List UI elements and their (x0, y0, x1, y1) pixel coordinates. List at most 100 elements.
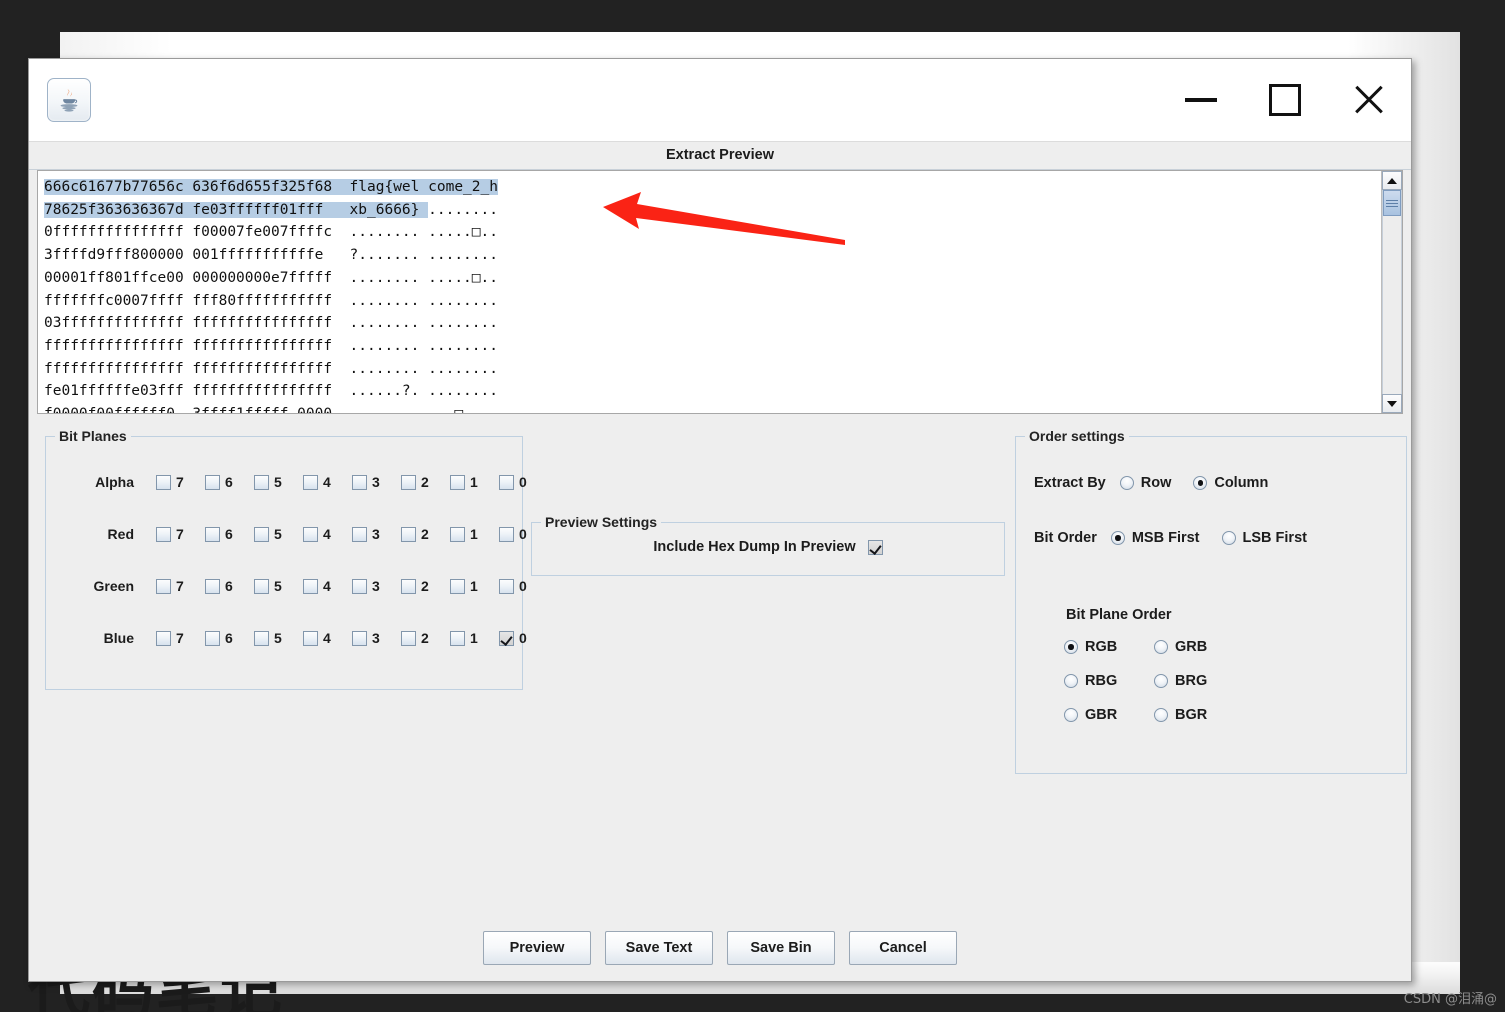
checkbox-alpha-bit-4[interactable] (303, 474, 318, 490)
checkbox-green-bit-0[interactable] (499, 578, 514, 594)
bit-plane-order-option-brg[interactable]: BRG (1154, 673, 1244, 689)
hex-dump-line: 00001ff801ffce00 000000000e7fffff ......… (44, 269, 498, 286)
bit-plane-cell: 4 (303, 578, 352, 594)
checkbox-red-bit-3[interactable] (352, 526, 367, 542)
extract-preview-title: Extract Preview (29, 142, 1411, 170)
bit-plane-cell: 2 (401, 474, 450, 490)
bit-plane-channel-label: Alpha (95, 474, 134, 490)
radio-icon (1064, 674, 1078, 688)
bit-number-label: 7 (176, 526, 184, 542)
checkbox-blue-bit-5[interactable] (254, 630, 269, 646)
cancel-button[interactable]: Cancel (849, 931, 957, 965)
bit-number-label: 6 (225, 630, 233, 646)
bit-plane-cell: 6 (205, 526, 254, 542)
bit-plane-order-options: RGB GRB RBG BRG GBR BGR (1064, 639, 1244, 741)
checkbox-red-bit-6[interactable] (205, 526, 220, 542)
checkbox-green-bit-2[interactable] (401, 578, 416, 594)
checkbox-blue-bit-6[interactable] (205, 630, 220, 646)
save-text-button[interactable]: Save Text (605, 931, 713, 965)
preview-button[interactable]: Preview (483, 931, 591, 965)
bit-number-label: 5 (274, 474, 282, 490)
bit-number-label: 0 (519, 526, 527, 542)
maximize-button[interactable] (1243, 60, 1327, 140)
bit-plane-cell: 3 (352, 526, 401, 542)
bit-plane-cell: 3 (352, 474, 401, 490)
bit-plane-cell: 6 (205, 630, 254, 646)
bit-order-options: MSB First LSB First (1110, 530, 1307, 546)
bit-number-label: 3 (372, 474, 380, 490)
dialog-button-bar: Preview Save Text Save Bin Cancel (29, 915, 1411, 981)
bit-number-label: 4 (323, 630, 331, 646)
maximize-icon (1269, 84, 1301, 116)
radio-label: RBG (1085, 673, 1118, 689)
checkbox-green-bit-6[interactable] (205, 578, 220, 594)
checkbox-alpha-bit-0[interactable] (499, 474, 514, 490)
bit-number-label: 2 (421, 526, 429, 542)
checkbox-alpha-bit-5[interactable] (254, 474, 269, 490)
hex-dump-line: f0000f00ffffff0 3ffff1fffff 0000 .......… (44, 403, 1381, 413)
save-bin-button[interactable]: Save Bin (727, 931, 835, 965)
extract-by-option-row[interactable]: Row (1119, 475, 1171, 491)
hex-dump-line: 666c61677b77656c 636f6d655f325f68 flag{w… (44, 179, 498, 195)
include-hex-dump-checkbox[interactable] (867, 539, 883, 555)
checkbox-blue-bit-3[interactable] (352, 630, 367, 646)
close-button[interactable] (1327, 60, 1411, 140)
checkbox-alpha-bit-1[interactable] (450, 474, 465, 490)
checkbox-blue-bit-7[interactable] (156, 630, 171, 646)
checkbox-alpha-bit-2[interactable] (401, 474, 416, 490)
hex-dump-scrollbar[interactable] (1381, 171, 1402, 413)
checkbox-red-bit-0[interactable] (499, 526, 514, 542)
bit-planes-group: Bit Planes Alpha 7 6 5 4 3 2 1 0 Red 7 6 5 4 3 2 1 0 Green… (45, 428, 527, 690)
checkbox-red-bit-2[interactable] (401, 526, 416, 542)
bit-plane-cell: 3 (352, 630, 401, 646)
bit-order-option-msb-first[interactable]: MSB First (1110, 530, 1200, 546)
checkbox-blue-bit-2[interactable] (401, 630, 416, 646)
radio-label: LSB First (1242, 530, 1307, 546)
bit-plane-order-option-rbg[interactable]: RBG (1064, 673, 1154, 689)
window-controls (1159, 60, 1411, 140)
hex-dump-text[interactable]: 666c61677b77656c 636f6d655f325f68 flag{w… (38, 171, 1381, 413)
bit-plane-channel-label: Red (107, 526, 134, 542)
bit-number-label: 5 (274, 578, 282, 594)
bit-number-label: 7 (176, 578, 184, 594)
checkbox-alpha-bit-3[interactable] (352, 474, 367, 490)
minimize-button[interactable] (1159, 60, 1243, 140)
bit-plane-row-alpha: Alpha 7 6 5 4 3 2 1 0 (60, 471, 548, 493)
bit-number-label: 3 (372, 578, 380, 594)
bit-plane-order-row: RBG BRG (1064, 673, 1244, 689)
checkbox-red-bit-7[interactable] (156, 526, 171, 542)
csdn-watermark: CSDN @泪涌@ (1403, 992, 1497, 1007)
bit-plane-order-option-rgb[interactable]: RGB (1064, 639, 1154, 655)
bit-plane-order-row: RGB GRB (1064, 639, 1244, 655)
checkbox-green-bit-4[interactable] (303, 578, 318, 594)
bit-plane-cell: 5 (254, 474, 303, 490)
bit-plane-row-green: Green 7 6 5 4 3 2 1 0 (60, 575, 548, 597)
bit-order-option-lsb-first[interactable]: LSB First (1221, 530, 1307, 546)
checkbox-green-bit-3[interactable] (352, 578, 367, 594)
checkbox-green-bit-5[interactable] (254, 578, 269, 594)
bit-number-label: 2 (421, 474, 429, 490)
checkbox-red-bit-4[interactable] (303, 526, 318, 542)
radio-icon (1119, 476, 1134, 490)
bit-plane-order-option-gbr[interactable]: GBR (1064, 707, 1154, 723)
checkbox-blue-bit-1[interactable] (450, 630, 465, 646)
checkbox-green-bit-7[interactable] (156, 578, 171, 594)
bit-plane-order-option-grb[interactable]: GRB (1154, 639, 1244, 655)
scroll-down-button[interactable] (1382, 394, 1402, 413)
include-hex-dump-label: Include Hex Dump In Preview (653, 539, 856, 555)
scroll-up-button[interactable] (1382, 171, 1402, 190)
checkbox-blue-bit-4[interactable] (303, 630, 318, 646)
checkbox-green-bit-1[interactable] (450, 578, 465, 594)
checkbox-red-bit-1[interactable] (450, 526, 465, 542)
extract-by-option-column[interactable]: Column (1193, 475, 1268, 491)
radio-icon (1154, 674, 1168, 688)
bit-plane-cell: 5 (254, 578, 303, 594)
checkbox-blue-bit-0[interactable] (499, 630, 514, 646)
scrollbar-thumb[interactable] (1383, 190, 1401, 216)
checkbox-red-bit-5[interactable] (254, 526, 269, 542)
scrollbar-track[interactable] (1382, 190, 1402, 394)
bit-plane-cell: 7 (156, 474, 205, 490)
checkbox-alpha-bit-7[interactable] (156, 474, 171, 490)
bit-plane-order-option-bgr[interactable]: BGR (1154, 707, 1244, 723)
checkbox-alpha-bit-6[interactable] (205, 474, 220, 490)
